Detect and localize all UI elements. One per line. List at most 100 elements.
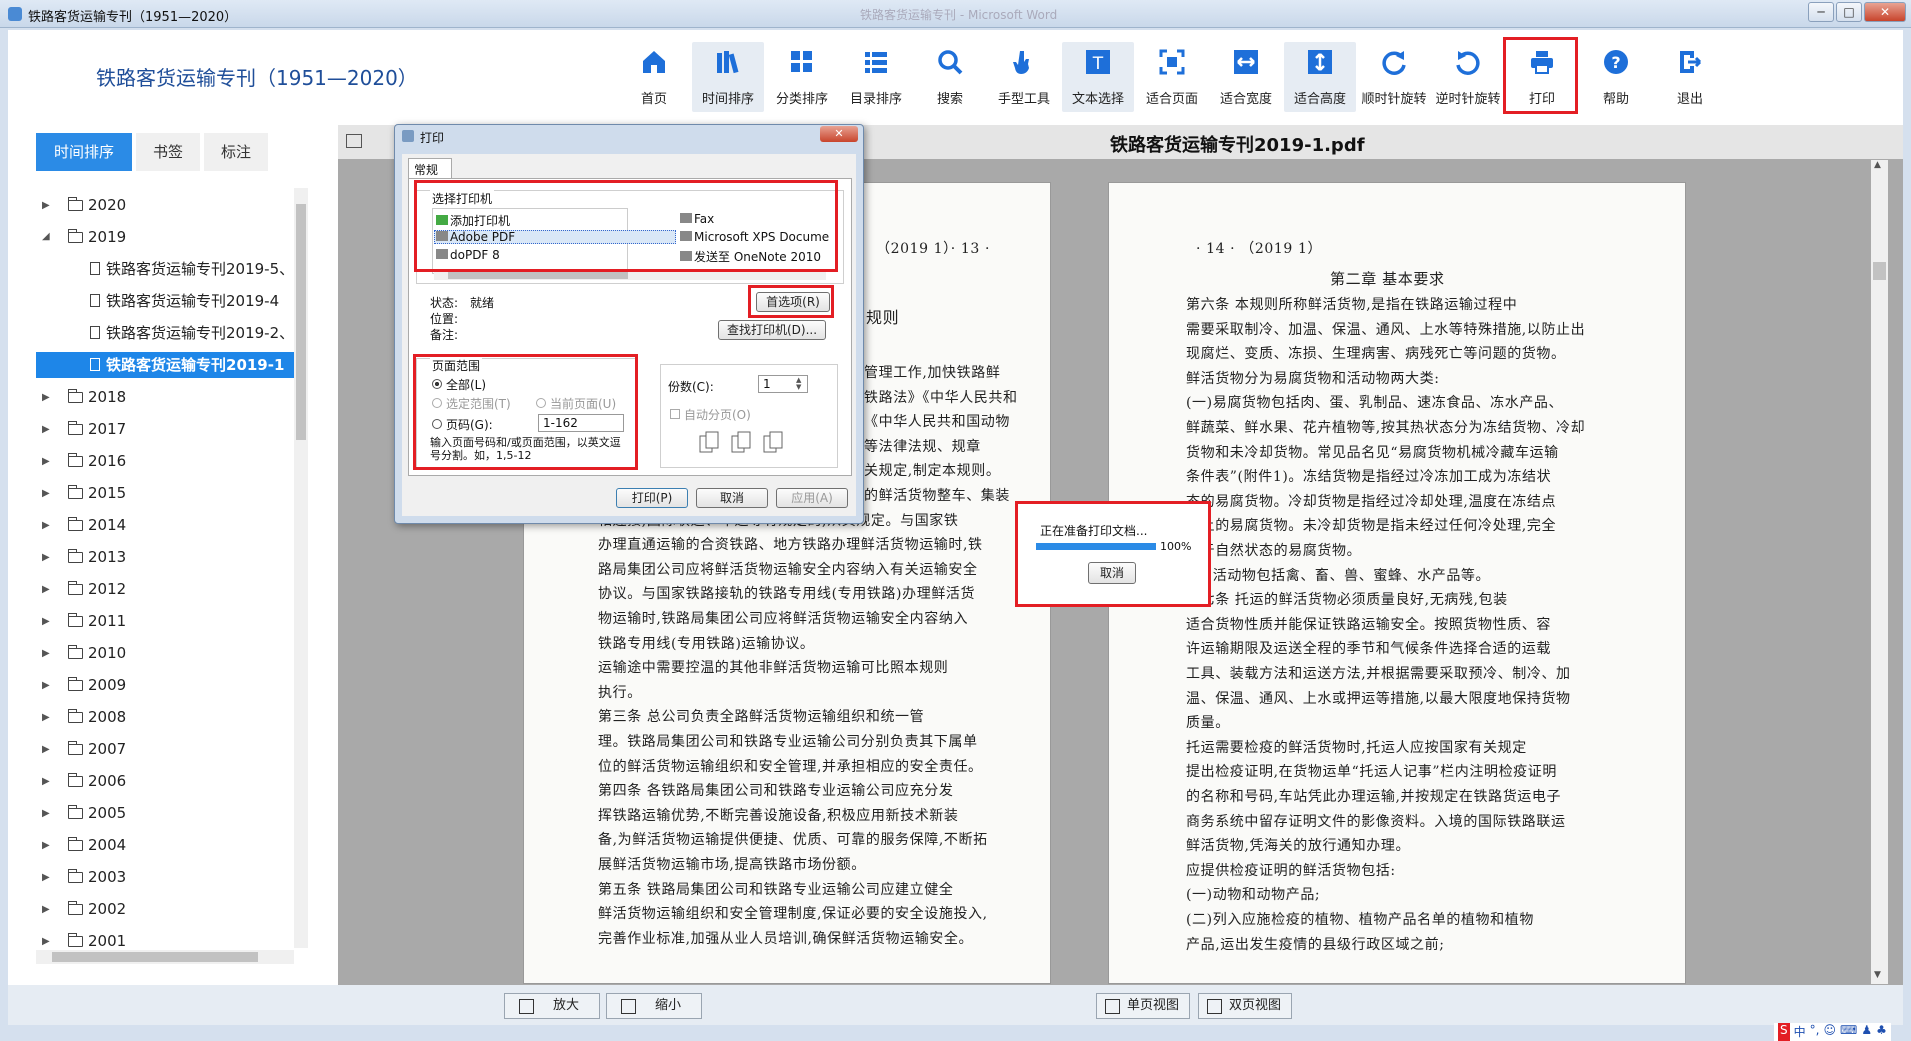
tree-vertical-scrollbar-thumb[interactable]: [296, 204, 306, 440]
tree-year-2014[interactable]: ▶ 2014: [36, 512, 294, 538]
expand-arrow-icon[interactable]: ▶: [42, 705, 50, 730]
folder-icon: [67, 581, 83, 595]
zoom-out-button[interactable]: 缩小: [606, 993, 702, 1019]
expand-arrow-icon[interactable]: ▶: [42, 513, 50, 538]
tree-year-2005[interactable]: ▶ 2005: [36, 800, 294, 826]
tree-doc[interactable]: 铁路客货运输专刊2019-5、: [36, 256, 294, 282]
tab-general-label: 常规: [414, 163, 439, 177]
collapse-arrow-icon[interactable]: ◢: [42, 224, 50, 250]
apply-button[interactable]: 应用(A): [776, 488, 848, 508]
expand-arrow-icon[interactable]: ▶: [42, 577, 50, 602]
viewer-scrollbar-thumb[interactable]: [1873, 262, 1886, 280]
right-page-line: 应提供检疫证明的鲜活货物包括:: [1186, 862, 1396, 879]
tree-year-2019[interactable]: ◢ 2019: [36, 224, 294, 250]
tree-year-2011[interactable]: ▶ 2011: [36, 608, 294, 634]
tray-icon[interactable]: ⌨: [1840, 1023, 1857, 1041]
expand-arrow-icon[interactable]: ▶: [42, 673, 50, 698]
cancel-button[interactable]: 取消: [696, 488, 768, 508]
tree-doc[interactable]: 铁路客货运输专刊2019-4: [36, 288, 294, 314]
toolbar-catalog-sort[interactable]: 目录排序: [840, 42, 912, 112]
expand-arrow-icon[interactable]: ▶: [42, 481, 50, 506]
tray-icon[interactable]: ♟: [1861, 1023, 1872, 1041]
tree-year-2010[interactable]: ▶ 2010: [36, 640, 294, 666]
printer-list-hscrollbar-thumb[interactable]: [448, 271, 628, 279]
progress-cancel-button[interactable]: 取消: [1088, 562, 1136, 584]
tree-year-2020[interactable]: ▶ 2020: [36, 192, 294, 218]
expand-arrow-icon[interactable]: ▶: [42, 609, 50, 634]
tree-horizontal-scrollbar-thumb[interactable]: [52, 952, 258, 962]
tree-year-2007[interactable]: ▶ 2007: [36, 736, 294, 762]
tray-icon[interactable]: ☺: [1823, 1023, 1836, 1041]
tab-bookmarks[interactable]: 书签: [136, 133, 200, 171]
expand-arrow-icon[interactable]: ▶: [42, 417, 50, 442]
tree-year-2006[interactable]: ▶ 2006: [36, 768, 294, 794]
copies-spinner-icon[interactable]: ▲ ▼: [796, 377, 801, 391]
toolbar-fit-width[interactable]: 适合宽度: [1210, 42, 1282, 112]
tree-year-2003[interactable]: ▶ 2003: [36, 864, 294, 890]
toolbar-help[interactable]: ? 帮助: [1580, 42, 1652, 112]
tree-year-2012[interactable]: ▶ 2012: [36, 576, 294, 602]
toolbar-fit-height[interactable]: 适合高度: [1284, 42, 1356, 112]
toolbar-rotate-cw[interactable]: 顺时针旋转: [1358, 42, 1430, 112]
tree-doc[interactable]: 铁路客货运输专刊2019-2、: [36, 320, 294, 346]
tree-year-2013[interactable]: ▶ 2013: [36, 544, 294, 570]
expand-arrow-icon[interactable]: ▶: [42, 641, 50, 666]
expand-arrow-icon[interactable]: ▶: [42, 193, 50, 218]
tree-year-2009[interactable]: ▶ 2009: [36, 672, 294, 698]
toolbar-label: 手型工具: [997, 92, 1050, 107]
expand-arrow-icon[interactable]: ▶: [42, 833, 50, 858]
viewer-vertical-scrollbar[interactable]: [1871, 160, 1888, 984]
toolbar-home[interactable]: 首页: [618, 42, 690, 112]
zoom-in-button[interactable]: 放大: [504, 993, 600, 1019]
right-page-line: 条件表”(附件1)。冻结货物是指经过冷冻加工成为冻结状: [1186, 469, 1552, 486]
single-page-view-button[interactable]: 单页视图: [1096, 993, 1190, 1019]
toolbar-rotate-ccw[interactable]: 逆时针旋转: [1432, 42, 1504, 112]
right-page-line: 需要采取制冷、加温、保温、通风、上水等特殊措施,以防止出: [1186, 321, 1586, 338]
collate-checkbox[interactable]: 自动分页(O): [670, 406, 751, 423]
print-dialog-close-button[interactable]: ✕: [820, 126, 858, 142]
toolbar-hand-tool[interactable]: 手型工具: [988, 42, 1060, 112]
tree-doc-selected[interactable]: 铁路客货运输专刊2019-1: [36, 352, 294, 378]
scroll-down-icon[interactable]: ▼: [1874, 970, 1881, 980]
expand-arrow-icon[interactable]: ▶: [42, 801, 50, 826]
toolbar-text-select[interactable]: T 文本选择: [1062, 42, 1134, 112]
expand-arrow-icon[interactable]: ▶: [42, 545, 50, 570]
toolbar-search[interactable]: 搜索: [914, 42, 986, 112]
expand-arrow-icon[interactable]: ▶: [42, 769, 50, 794]
right-page-line: 处于自然状态的易腐货物。: [1186, 543, 1362, 559]
expand-arrow-icon[interactable]: ▶: [42, 737, 50, 762]
folder-icon: [67, 485, 83, 499]
tree-year-2002[interactable]: ▶ 2002: [36, 896, 294, 922]
tab-annotations[interactable]: 标注: [204, 133, 268, 171]
toolbar-exit[interactable]: 退出: [1654, 42, 1726, 112]
tree-year-2017[interactable]: ▶ 2017: [36, 416, 294, 442]
toolbar-label: 首页: [640, 92, 667, 107]
find-printer-button[interactable]: 查找打印机(D)...: [718, 320, 826, 340]
tree-year-2004[interactable]: ▶ 2004: [36, 832, 294, 858]
tree-year-2018[interactable]: ▶ 2018: [36, 384, 294, 410]
minimize-button[interactable]: ─: [1808, 2, 1834, 22]
print-button[interactable]: 打印(P): [616, 488, 688, 508]
expand-arrow-icon[interactable]: ▶: [42, 385, 50, 410]
expand-arrow-icon[interactable]: ▶: [42, 449, 50, 474]
expand-arrow-icon[interactable]: ▶: [42, 865, 50, 890]
double-page-view-button[interactable]: 双页视图: [1198, 993, 1292, 1019]
toolbar-category-sort[interactable]: 分类排序: [766, 42, 838, 112]
tray-icon[interactable]: S: [1778, 1023, 1790, 1041]
close-button[interactable]: ✕: [1864, 2, 1906, 22]
tree-year-2016[interactable]: ▶ 2016: [36, 448, 294, 474]
tab-time-sort[interactable]: 时间排序: [36, 133, 132, 171]
tray-icon[interactable]: °,: [1810, 1023, 1820, 1041]
tree-year-2008[interactable]: ▶ 2008: [36, 704, 294, 730]
toolbar-fit-page[interactable]: 适合页面: [1136, 42, 1208, 112]
sidebar-toggle-icon[interactable]: [346, 134, 362, 148]
tree-year-2015[interactable]: ▶ 2015: [36, 480, 294, 506]
tray-icon[interactable]: 中: [1794, 1023, 1806, 1041]
folder-icon: [67, 741, 83, 755]
maximize-button[interactable]: □: [1836, 2, 1862, 22]
tray-icon[interactable]: ♣: [1876, 1023, 1887, 1041]
expand-arrow-icon[interactable]: ▶: [42, 897, 50, 922]
scroll-up-icon[interactable]: ▲: [1874, 160, 1881, 170]
toolbar-time-sort[interactable]: 时间排序: [692, 42, 764, 112]
folder-icon: [67, 709, 83, 723]
